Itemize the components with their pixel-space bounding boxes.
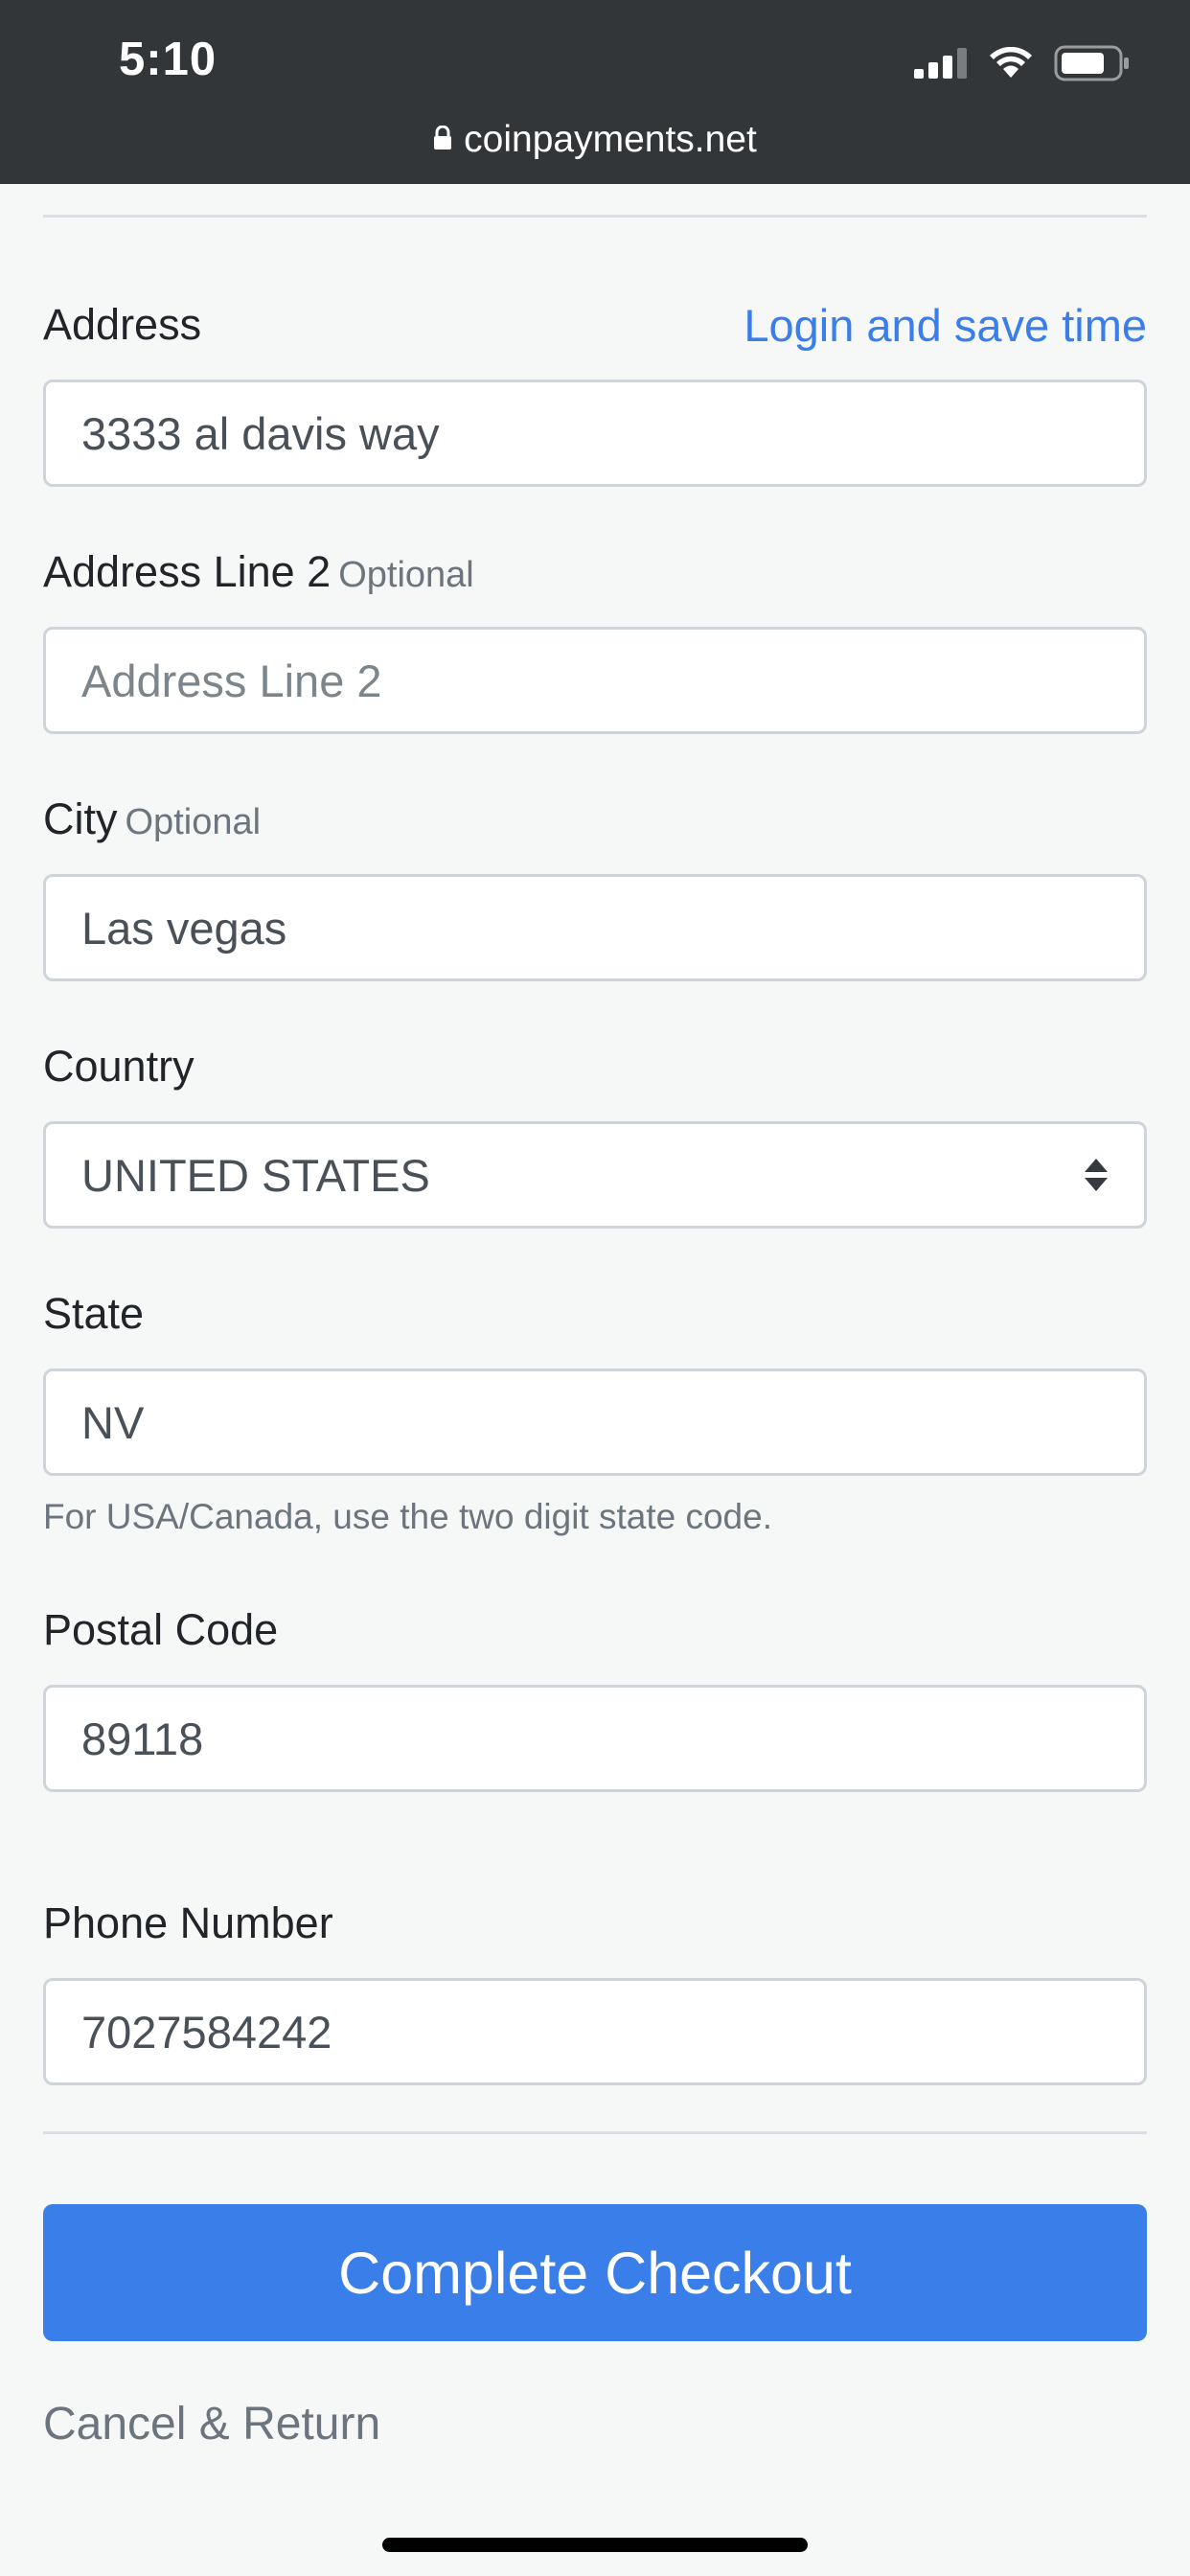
wifi-icon	[990, 47, 1032, 78]
postal-code-input[interactable]: 89118	[43, 1685, 1147, 1792]
country-select-value: UNITED STATES	[81, 1149, 430, 1201]
status-icons	[914, 44, 1131, 82]
phone-label: Phone Number	[43, 1898, 333, 1947]
cellular-signal-icon	[914, 48, 967, 79]
select-arrows-icon	[1085, 1159, 1108, 1191]
state-input[interactable]: NV	[43, 1368, 1147, 1476]
address-label: Address	[43, 300, 202, 349]
status-time: 5:10	[119, 34, 217, 85]
optional-tag: Optional	[125, 802, 262, 842]
optional-tag: Optional	[338, 555, 474, 595]
address2-input[interactable]: Address Line 2	[43, 627, 1147, 734]
country-label: Country	[43, 1042, 195, 1091]
address2-label: Address Line 2 Optional	[43, 550, 474, 593]
city-label-text: City	[43, 794, 118, 843]
address-input[interactable]: 3333 al davis way	[43, 380, 1147, 487]
url-text: coinpayments.net	[464, 119, 757, 160]
bottom-divider	[43, 2131, 1147, 2134]
country-select[interactable]: UNITED STATES	[43, 1121, 1147, 1229]
top-divider	[43, 215, 1147, 218]
complete-checkout-button[interactable]: Complete Checkout	[43, 2204, 1147, 2341]
city-label: City Optional	[43, 797, 261, 840]
cancel-return-link[interactable]: Cancel & Return	[43, 2402, 380, 2448]
home-indicator	[382, 2538, 808, 2552]
phone-input[interactable]: 7027584242	[43, 1978, 1147, 2085]
address-bar[interactable]: coinpayments.net	[0, 119, 1190, 161]
lock-icon	[434, 125, 452, 150]
postal-code-label: Postal Code	[43, 1605, 279, 1654]
city-input[interactable]: Las vegas	[43, 874, 1147, 981]
state-label: State	[43, 1289, 145, 1338]
login-link[interactable]: Login and save time	[744, 303, 1147, 348]
address2-label-text: Address Line 2	[43, 547, 332, 596]
browser-top-bar: 5:10 coinpayments.net	[0, 0, 1190, 184]
state-hint: For USA/Canada, use the two digit state …	[43, 1497, 772, 1536]
battery-icon	[1054, 45, 1129, 81]
